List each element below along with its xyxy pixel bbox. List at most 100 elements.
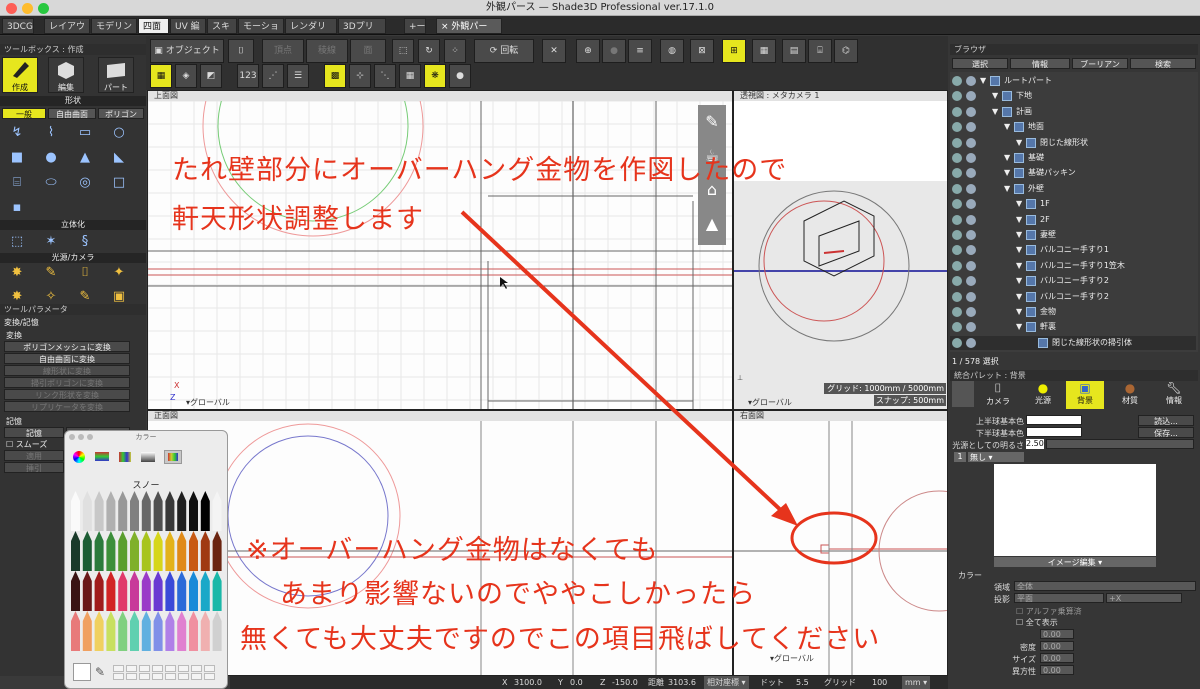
expand-arrow-icon[interactable]: ▼ [1016,259,1022,273]
expand-arrow-icon[interactable]: ▼ [1016,274,1022,288]
pencils-icon[interactable] [164,450,182,464]
convert-freeform-button[interactable]: 自由曲面に変換 [4,353,130,364]
pencil-swatch[interactable] [200,541,210,571]
pencil-swatch[interactable] [212,501,222,531]
tab-1[interactable]: レイアウト [44,18,90,48]
minimize-window-button[interactable] [78,434,84,440]
tree-item[interactable]: ▼ 閉じた線形状 [950,136,1196,150]
circle-outline-icon[interactable]: ○ [110,124,128,142]
smooth-checkbox[interactable]: ☐ スムーズ [6,439,47,450]
memory-button[interactable]: 記憶 [4,427,64,438]
tab-general[interactable]: 一般 [2,108,46,119]
lower-color-swatch[interactable] [1026,427,1082,437]
bend-line-icon[interactable]: ↯ [8,124,26,142]
box-outline-icon[interactable]: □ [110,174,128,192]
tree-item[interactable]: ▼ 1F [950,197,1196,211]
render-icon[interactable] [966,214,976,225]
numeric-button[interactable]: 123 [237,64,259,88]
color-picker-window[interactable]: カラー スノー ✎ [64,430,228,689]
pencil-swatch[interactable] [118,581,128,611]
tree-item[interactable]: ▼ 2F [950,213,1196,227]
saved-swatch[interactable] [152,673,163,680]
node-button[interactable]: ⊹ [349,64,371,88]
current-color-swatch[interactable] [73,663,91,681]
saved-swatch[interactable] [113,665,124,672]
eye-icon[interactable] [952,245,962,256]
camera-b-icon[interactable]: ▣ [110,288,128,306]
image-edit-select[interactable]: イメージ編集 ▾ [994,557,1156,567]
gamepad-button[interactable]: ⌬ [834,39,858,63]
area-select[interactable]: 全体 [1014,581,1196,591]
yellow-grid-button[interactable]: ▩ [324,64,346,88]
pencil-swatch[interactable] [153,581,163,611]
density-input[interactable]: 0.00 [1040,641,1074,651]
palette-toggle[interactable] [952,381,974,407]
pencil-swatch[interactable] [177,581,187,611]
eyedropper-icon[interactable]: ✎ [95,665,105,679]
pencil-swatch[interactable] [165,581,175,611]
solid-twist-icon[interactable]: ✶ [42,233,60,251]
pencil-swatch[interactable] [200,621,210,651]
pencil-swatch[interactable] [94,501,104,531]
pencil-swatch[interactable] [82,501,92,531]
convert-polymesh-button[interactable]: ポリゴンメッシュに変換 [4,341,130,352]
minimize-window-button[interactable] [22,3,33,14]
xz-button[interactable]: ⊠ [690,39,714,63]
pencil-swatch[interactable] [106,501,116,531]
render-icon[interactable] [966,260,976,271]
document-tab[interactable]: × 外観パース.shd [436,18,502,48]
tab-4[interactable]: UV 編集 [170,18,206,48]
render-icon[interactable] [966,230,976,240]
tab-6[interactable]: モーション [238,18,284,48]
saved-swatch[interactable] [165,673,176,680]
close-window-button[interactable] [6,3,17,14]
pencil-swatch[interactable] [200,581,210,611]
render-icon[interactable] [966,199,976,210]
refresh-button[interactable]: ↻ [418,39,440,63]
pencil-swatch[interactable] [177,501,187,531]
pencil-swatch[interactable] [71,501,80,531]
browser-tab-info[interactable]: 情報 [1010,58,1070,69]
pencil-swatch[interactable] [82,621,92,651]
saved-swatch[interactable] [204,665,215,672]
clip-icon[interactable]: ✎ [698,105,726,139]
color-wheel-icon[interactable] [73,451,85,463]
saved-swatch[interactable] [191,673,202,680]
palette-tab-material[interactable]: ● 材質 [1110,381,1150,409]
pencil-swatch[interactable] [71,541,80,571]
tab-8[interactable]: 3Dプリント [338,18,386,48]
light-a-icon[interactable]: ✸ [8,288,26,306]
render-icon[interactable] [966,106,976,117]
pencil-swatch[interactable] [189,501,198,531]
rectangle-icon[interactable]: ▭ [76,124,94,142]
tree-item[interactable]: ▼ 外壁 [950,182,1196,196]
saved-swatch[interactable] [178,673,189,680]
pencil-swatch[interactable] [130,501,139,531]
upper-color-swatch[interactable] [1026,415,1082,425]
pencil-swatch[interactable] [82,581,92,611]
tree-item[interactable]: ▼ 軒裏 [950,320,1196,334]
snap-button[interactable]: ⁘ [444,39,466,63]
zoom-window-button[interactable] [38,3,49,14]
pencil-swatch[interactable] [71,621,80,651]
saved-swatch[interactable] [113,673,124,680]
pencil-swatch[interactable] [153,541,163,571]
size-input[interactable]: 0.00 [1040,653,1074,663]
tab-5[interactable]: スキン [207,18,237,48]
tree-item[interactable]: ▼ 基礎パッキン [950,166,1196,180]
render-icon[interactable] [966,291,976,302]
edit-mode-button[interactable]: 編集 [48,57,84,93]
connect-button[interactable]: ⋱ [374,64,396,88]
pencil-swatch[interactable] [153,501,163,531]
pencil-swatch[interactable] [165,501,175,531]
saved-swatch[interactable] [139,665,150,672]
expand-arrow-icon[interactable]: ▼ [1004,151,1010,165]
mesh-button[interactable]: ▦ [399,64,421,88]
expand-arrow-icon[interactable]: ▼ [1016,228,1022,242]
select-rect-button[interactable]: ⬚ [392,39,414,63]
eye-icon[interactable] [952,137,962,148]
browser-tab-search[interactable]: 検索 [1130,58,1196,69]
expand-arrow-icon[interactable]: ▼ [992,105,998,119]
sphere-display-button[interactable]: ● [449,64,471,88]
pencil-swatch[interactable] [177,621,187,651]
